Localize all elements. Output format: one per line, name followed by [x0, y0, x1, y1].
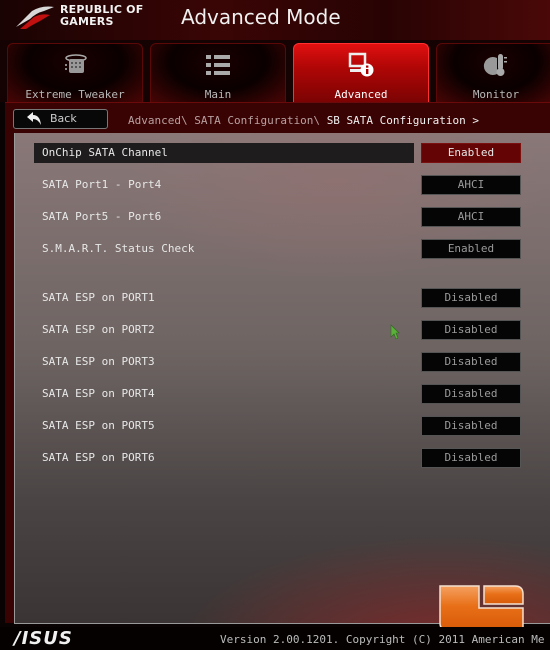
- tab-monitor[interactable]: Monitor: [436, 43, 550, 103]
- asus-logo: /ISUS: [14, 628, 73, 649]
- setting-label: SATA ESP on PORT1: [42, 291, 155, 304]
- setting-value-dropdown[interactable]: Disabled: [421, 384, 521, 404]
- tab-label: Monitor: [472, 88, 520, 101]
- setting-row-onchip-sata-channel[interactable]: OnChip SATA Channel Enabled: [15, 143, 550, 163]
- back-label: Back: [50, 112, 77, 125]
- setting-label: SATA ESP on PORT3: [42, 355, 155, 368]
- back-arrow-icon: [27, 112, 41, 125]
- watermark-logo-icon: [439, 585, 524, 631]
- header-bar: REPUBLIC OF GAMERS Advanced Mode: [0, 0, 550, 41]
- setting-row-smart-status-check[interactable]: S.M.A.R.T. Status Check Enabled: [15, 239, 550, 259]
- setting-row-sata-esp-port6[interactable]: SATA ESP on PORT6 Disabled: [15, 448, 550, 468]
- tab-label: Advanced: [334, 88, 388, 101]
- breadcrumb-current: SB SATA Configuration >: [326, 114, 480, 127]
- tab-bar: Extreme Tweaker Main Advanced Monitor: [0, 40, 550, 103]
- tab-advanced[interactable]: Advanced: [293, 43, 429, 103]
- tab-label: Main: [204, 88, 232, 101]
- setting-row-sata-esp-port2[interactable]: SATA ESP on PORT2 Disabled: [15, 320, 550, 340]
- setting-row-sata-port1-4[interactable]: SATA Port1 - Port4 AHCI: [15, 175, 550, 195]
- setting-value-dropdown[interactable]: Disabled: [421, 320, 521, 340]
- breadcrumb: Advanced\ SATA Configuration\ SB SATA Co…: [128, 114, 479, 127]
- setting-value-dropdown[interactable]: Disabled: [421, 448, 521, 468]
- mouse-pointer-icon: [390, 324, 400, 340]
- setting-row-sata-esp-port4[interactable]: SATA ESP on PORT4 Disabled: [15, 384, 550, 404]
- advanced-info-icon: [348, 52, 374, 77]
- rog-brand-text: REPUBLIC OF GAMERS: [60, 4, 143, 28]
- back-button[interactable]: Back: [13, 109, 108, 129]
- settings-panel: OnChip SATA Channel Enabled SATA Port1 -…: [14, 133, 550, 624]
- setting-label: SATA Port1 - Port4: [42, 178, 162, 191]
- setting-value-dropdown[interactable]: Disabled: [421, 288, 521, 308]
- list-icon: [206, 55, 230, 75]
- setting-label: OnChip SATA Channel: [42, 146, 168, 159]
- version-text: Version 2.00.1201. Copyright (C) 2011 Am…: [220, 633, 545, 646]
- setting-label: SATA ESP on PORT6: [42, 451, 155, 464]
- setting-label: SATA ESP on PORT5: [42, 419, 155, 432]
- setting-value-dropdown[interactable]: Disabled: [421, 416, 521, 436]
- mode-title: Advanced Mode: [181, 5, 341, 29]
- monitor-thermometer-icon: [483, 54, 507, 76]
- setting-row-sata-esp-port3[interactable]: SATA ESP on PORT3 Disabled: [15, 352, 550, 372]
- breadcrumb-path[interactable]: Advanced\ SATA Configuration\: [128, 114, 327, 127]
- brand-line-2: GAMERS: [60, 15, 114, 28]
- rog-eye-logo-icon: [16, 6, 54, 29]
- setting-label: SATA Port5 - Port6: [42, 210, 162, 223]
- setting-value-dropdown[interactable]: AHCI: [421, 207, 521, 227]
- setting-label: SATA ESP on PORT2: [42, 323, 155, 336]
- setting-row-sata-esp-port5[interactable]: SATA ESP on PORT5 Disabled: [15, 416, 550, 436]
- tab-extreme-tweaker[interactable]: Extreme Tweaker: [7, 43, 143, 103]
- setting-value-dropdown[interactable]: Disabled: [421, 352, 521, 372]
- setting-row-sata-port5-6[interactable]: SATA Port5 - Port6 AHCI: [15, 207, 550, 227]
- tab-label: Extreme Tweaker: [25, 88, 125, 101]
- extreme-tweaker-icon: [65, 54, 87, 73]
- tab-main[interactable]: Main: [150, 43, 286, 103]
- setting-value-dropdown[interactable]: Enabled: [421, 239, 521, 259]
- setting-label: S.M.A.R.T. Status Check: [42, 242, 195, 255]
- setting-label: SATA ESP on PORT4: [42, 387, 155, 400]
- setting-row-sata-esp-port1[interactable]: SATA ESP on PORT1 Disabled: [15, 288, 550, 308]
- setting-value-dropdown[interactable]: AHCI: [421, 175, 521, 195]
- setting-value-dropdown[interactable]: Enabled: [421, 143, 521, 163]
